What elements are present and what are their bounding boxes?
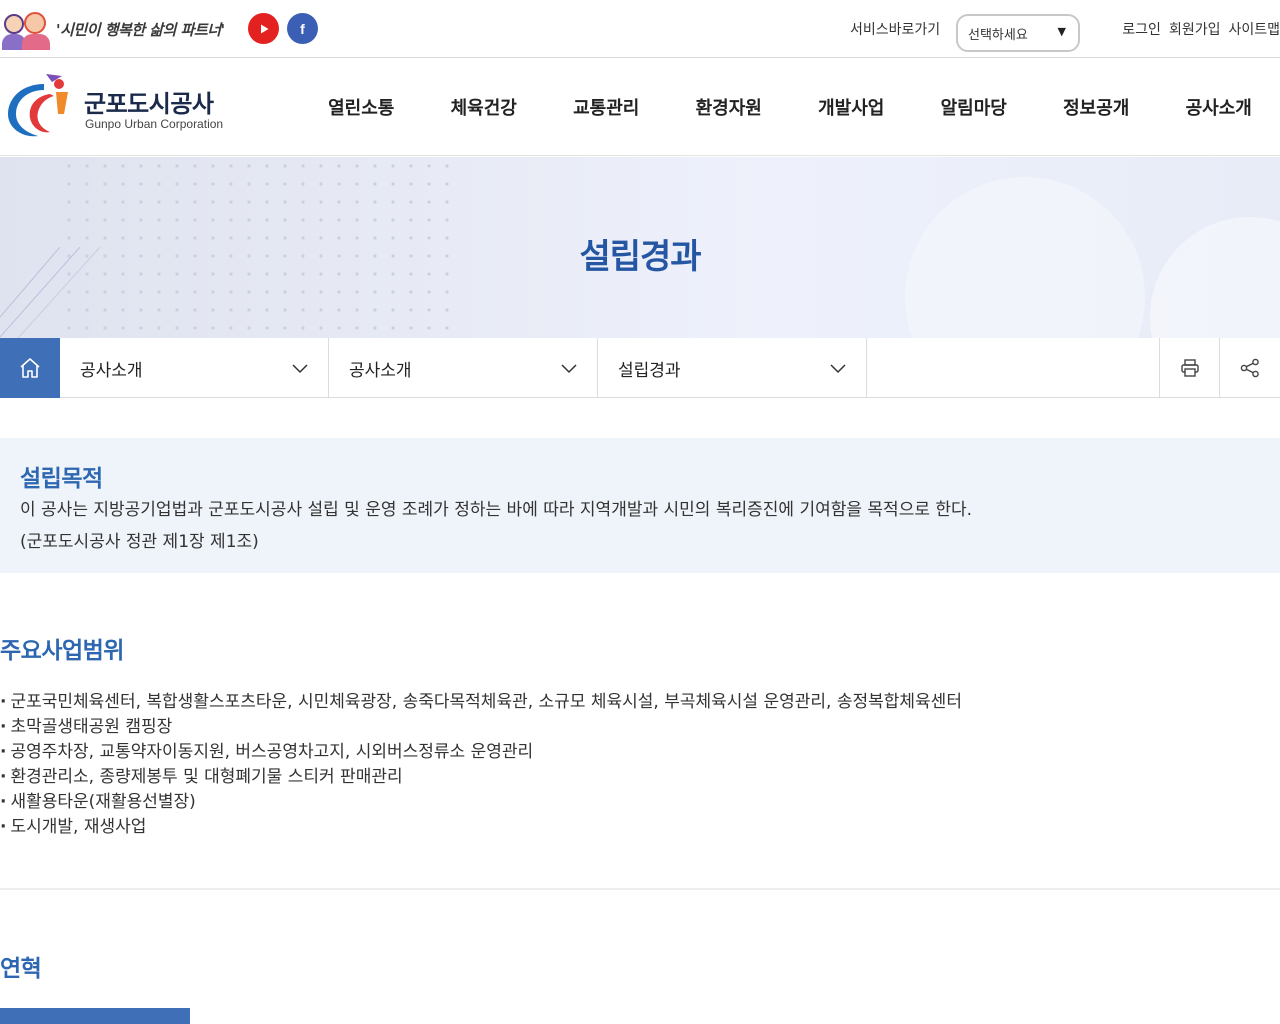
share-button[interactable]: [1219, 338, 1279, 398]
chevron-down-icon: [830, 364, 846, 374]
page-title: 설립경과: [579, 237, 701, 277]
logo-subtitle: Gunpo Urban Corporation: [85, 117, 224, 131]
breadcrumb-depth3-label: 설립경과: [618, 360, 681, 381]
nav-item-environment[interactable]: 환경자원: [668, 58, 791, 156]
list-item: 새활용타운(재활용선별장): [0, 790, 962, 815]
breadcrumb-depth1-select[interactable]: 공사소개: [60, 338, 329, 398]
purpose-text: 이 공사는 지방공기업법과 군포도시공사 설립 및 운영 조례가 정하는 바에 …: [20, 500, 973, 520]
slogan-text: '시민이 행복한 삶의 파트너': [56, 20, 225, 39]
page-visual-banner: 설립경과: [0, 157, 1280, 338]
member-links: 로그인 회원가입 사이트맵: [1122, 0, 1280, 58]
chevron-down-icon: [292, 364, 308, 374]
slogan-family-illustration: [0, 8, 52, 50]
shortcut-select[interactable]: 선택하세요 ▼: [956, 14, 1080, 52]
sitemap-link[interactable]: 사이트맵: [1228, 19, 1280, 39]
list-item: 환경관리소, 종량제봉투 및 대형폐기물 스티커 판매관리: [0, 765, 962, 790]
nav-item-development[interactable]: 개발사업: [790, 58, 913, 156]
nav-item-about[interactable]: 공사소개: [1158, 58, 1280, 156]
shortcut-label: 서비스바로가기: [850, 22, 941, 38]
slogan: '시민이 행복한 삶의 파트너': [0, 8, 225, 50]
breadcrumb-depth2-label: 공사소개: [349, 360, 412, 381]
list-item: 도시개발, 재생사업: [0, 815, 962, 840]
facebook-icon[interactable]: f: [287, 13, 318, 44]
home-button[interactable]: [0, 338, 60, 398]
shortcut-select-value: 선택하세요: [968, 27, 1028, 43]
purpose-section: 설립목적 이 공사는 지방공기업법과 군포도시공사 설립 및 운영 조례가 정하…: [0, 438, 1280, 573]
breadcrumb-depth2-select[interactable]: 공사소개: [329, 338, 598, 398]
nav-item-traffic[interactable]: 교통관리: [545, 58, 668, 156]
login-link[interactable]: 로그인: [1122, 19, 1161, 39]
section-divider: [0, 888, 1280, 890]
nav-item-notice[interactable]: 알림마당: [913, 58, 1036, 156]
facebook-glyph: f: [300, 20, 305, 37]
site-header: 군포도시공사 Gunpo Urban Corporation 열린소통 체육건강…: [0, 58, 1280, 156]
breadcrumb: 공사소개 공사소개 설립경과: [0, 338, 1280, 398]
utility-bar: '시민이 행복한 삶의 파트너' f 서비스바로가기 선택하세요 ▼ 로그인 회…: [0, 0, 1280, 58]
nav-item-information[interactable]: 정보공개: [1035, 58, 1158, 156]
signup-link[interactable]: 회원가입: [1169, 19, 1221, 39]
nav-item-sports-health[interactable]: 체육건강: [423, 58, 546, 156]
logo-name: 군포도시공사: [84, 90, 214, 118]
print-button[interactable]: [1159, 338, 1219, 398]
home-icon: [20, 358, 40, 378]
breadcrumb-depth1-label: 공사소개: [80, 360, 143, 381]
site-logo[interactable]: 군포도시공사 Gunpo Urban Corporation: [4, 70, 244, 142]
chevron-down-icon: [561, 364, 577, 374]
share-icon: [1240, 358, 1259, 378]
history-tab[interactable]: [0, 1008, 190, 1024]
logo-mark-icon: [8, 74, 68, 137]
dropdown-arrow-icon: ▼: [1057, 25, 1066, 38]
youtube-icon[interactable]: [248, 13, 279, 44]
print-icon: [1180, 359, 1199, 377]
business-scope-title: 주요사업범위: [0, 638, 124, 664]
purpose-source: (군포도시공사 정관 제1장 제1조): [20, 532, 259, 552]
nav-item-open-communication[interactable]: 열린소통: [300, 58, 423, 156]
main-nav: 열린소통 체육건강 교통관리 환경자원 개발사업 알림마당 정보공개 공사소개: [300, 58, 1280, 156]
history-title: 연혁: [0, 956, 42, 982]
list-item: 공영주차장, 교통약자이동지원, 버스공영차고지, 시외버스정류소 운영관리: [0, 740, 962, 765]
business-scope-list: 군포국민체육센터, 복합생활스포츠타운, 시민체육광장, 송죽다목적체육관, 소…: [0, 690, 962, 840]
list-item: 군포국민체육센터, 복합생활스포츠타운, 시민체육광장, 송죽다목적체육관, 소…: [0, 690, 962, 715]
breadcrumb-depth3-select[interactable]: 설립경과: [598, 338, 867, 398]
list-item: 초막골생태공원 캠핑장: [0, 715, 962, 740]
purpose-title: 설립목적: [20, 466, 103, 492]
